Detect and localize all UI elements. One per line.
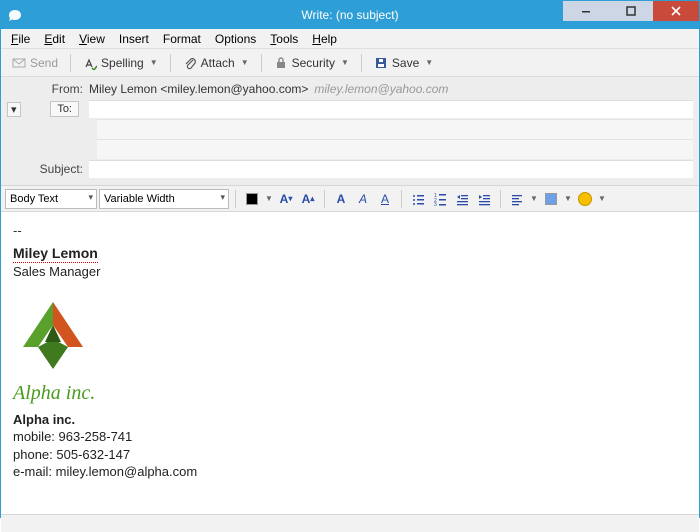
format-separator [324,190,325,208]
format-separator [500,190,501,208]
signature-company: Alpha inc. [13,411,687,429]
to-row: ▾ To: [1,99,699,119]
attach-button[interactable]: Attach ▼ [176,53,256,73]
menu-format[interactable]: Format [157,31,207,47]
signature-delimiter: -- [13,222,687,240]
underline-button[interactable]: A [375,189,395,209]
send-label: Send [30,56,58,70]
signature-email: e-mail: miley.lemon@alpha.com [13,463,687,481]
save-icon [374,56,388,70]
bullet-list-button[interactable] [408,189,428,209]
chevron-down-icon[interactable]: ▼ [425,58,433,67]
compose-headers: From: Miley Lemon <miley.lemon@yahoo.com… [1,77,699,186]
window-controls [563,1,699,21]
signature-title: Sales Manager [13,263,687,281]
chevron-down-icon[interactable]: ▼ [563,194,573,203]
chevron-down-icon[interactable]: ▼ [264,194,274,203]
chevron-down-icon[interactable]: ▼ [529,194,539,203]
send-icon [12,56,26,70]
company-logo: Alpha inc. [13,297,687,407]
toolbar: Send Spelling ▼ Attach ▼ Security ▼ Save… [1,49,699,77]
svg-text:3: 3 [434,202,437,206]
recipient-spare-row[interactable] [97,119,693,139]
color-swatch-icon [246,193,258,205]
indent-button[interactable] [474,189,494,209]
security-button[interactable]: Security ▼ [267,53,356,73]
spelling-icon [83,56,97,70]
toolbar-separator [261,54,262,72]
statusbar [1,514,699,532]
titlebar: Write: (no subject) [1,1,699,29]
save-label: Save [392,56,419,70]
to-field-type-button[interactable]: To: [50,101,79,117]
logo-text: Alpha inc. [13,380,687,407]
menu-file[interactable]: File [5,31,36,47]
chevron-down-icon[interactable]: ▼ [341,58,349,67]
expand-recipients-button[interactable]: ▾ [7,102,21,117]
signature-mobile: mobile: 963-258-741 [13,428,687,446]
smiley-icon [578,192,592,206]
from-row: From: Miley Lemon <miley.lemon@yahoo.com… [1,79,699,99]
menu-edit[interactable]: Edit [38,31,71,47]
decrease-font-button[interactable]: A▾ [276,189,296,209]
chevron-down-icon[interactable]: ▼ [150,58,158,67]
increase-font-button[interactable]: A▴ [298,189,318,209]
recipient-spare-row[interactable] [97,139,693,159]
signature-phone: phone: 505-632-147 [13,446,687,464]
attach-label: Attach [201,56,235,70]
menu-options[interactable]: Options [209,31,262,47]
security-label: Security [292,56,335,70]
subject-row: Subject: [1,159,699,179]
menu-insert[interactable]: Insert [113,31,155,47]
from-label: From: [7,82,89,96]
bold-button[interactable]: A [331,189,351,209]
font-family-select[interactable]: Variable Width [99,189,229,209]
menu-help[interactable]: Help [306,31,343,47]
subject-input[interactable] [89,160,693,178]
minimize-button[interactable] [563,1,608,21]
message-body[interactable]: -- Miley Lemon Sales Manager Alpha inc. … [1,212,699,514]
menubar: File Edit View Insert Format Options Too… [1,29,699,49]
format-toolbar: Body Text Variable Width ▼ A▾ A▴ A A A 1… [1,186,699,212]
save-button[interactable]: Save ▼ [367,53,440,73]
text-color-button[interactable] [242,189,262,209]
italic-button[interactable]: A [353,189,373,209]
outdent-button[interactable] [452,189,472,209]
toolbar-separator [361,54,362,72]
chevron-down-icon[interactable]: ▼ [597,194,607,203]
to-input[interactable] [89,100,693,118]
maximize-button[interactable] [608,1,653,21]
spelling-button[interactable]: Spelling ▼ [76,53,165,73]
chevron-down-icon[interactable]: ▼ [241,58,249,67]
send-button[interactable]: Send [5,53,65,73]
numbered-list-button[interactable]: 123 [430,189,450,209]
lock-icon [274,56,288,70]
image-icon [545,193,557,205]
format-separator [401,190,402,208]
from-value[interactable]: Miley Lemon <miley.lemon@yahoo.com> [89,82,308,96]
spelling-label: Spelling [101,56,144,70]
close-button[interactable] [653,1,699,21]
menu-view[interactable]: View [73,31,111,47]
paragraph-style-select[interactable]: Body Text [5,189,97,209]
subject-label: Subject: [7,162,89,176]
app-icon [7,7,23,23]
format-separator [235,190,236,208]
signature-name: Miley Lemon [13,244,98,264]
menu-tools[interactable]: Tools [264,31,304,47]
emoticon-button[interactable] [575,189,595,209]
toolbar-separator [170,54,171,72]
paperclip-icon [183,56,197,70]
insert-image-button[interactable] [541,189,561,209]
toolbar-separator [70,54,71,72]
from-hint: miley.lemon@yahoo.com [314,82,448,96]
align-button[interactable] [507,189,527,209]
